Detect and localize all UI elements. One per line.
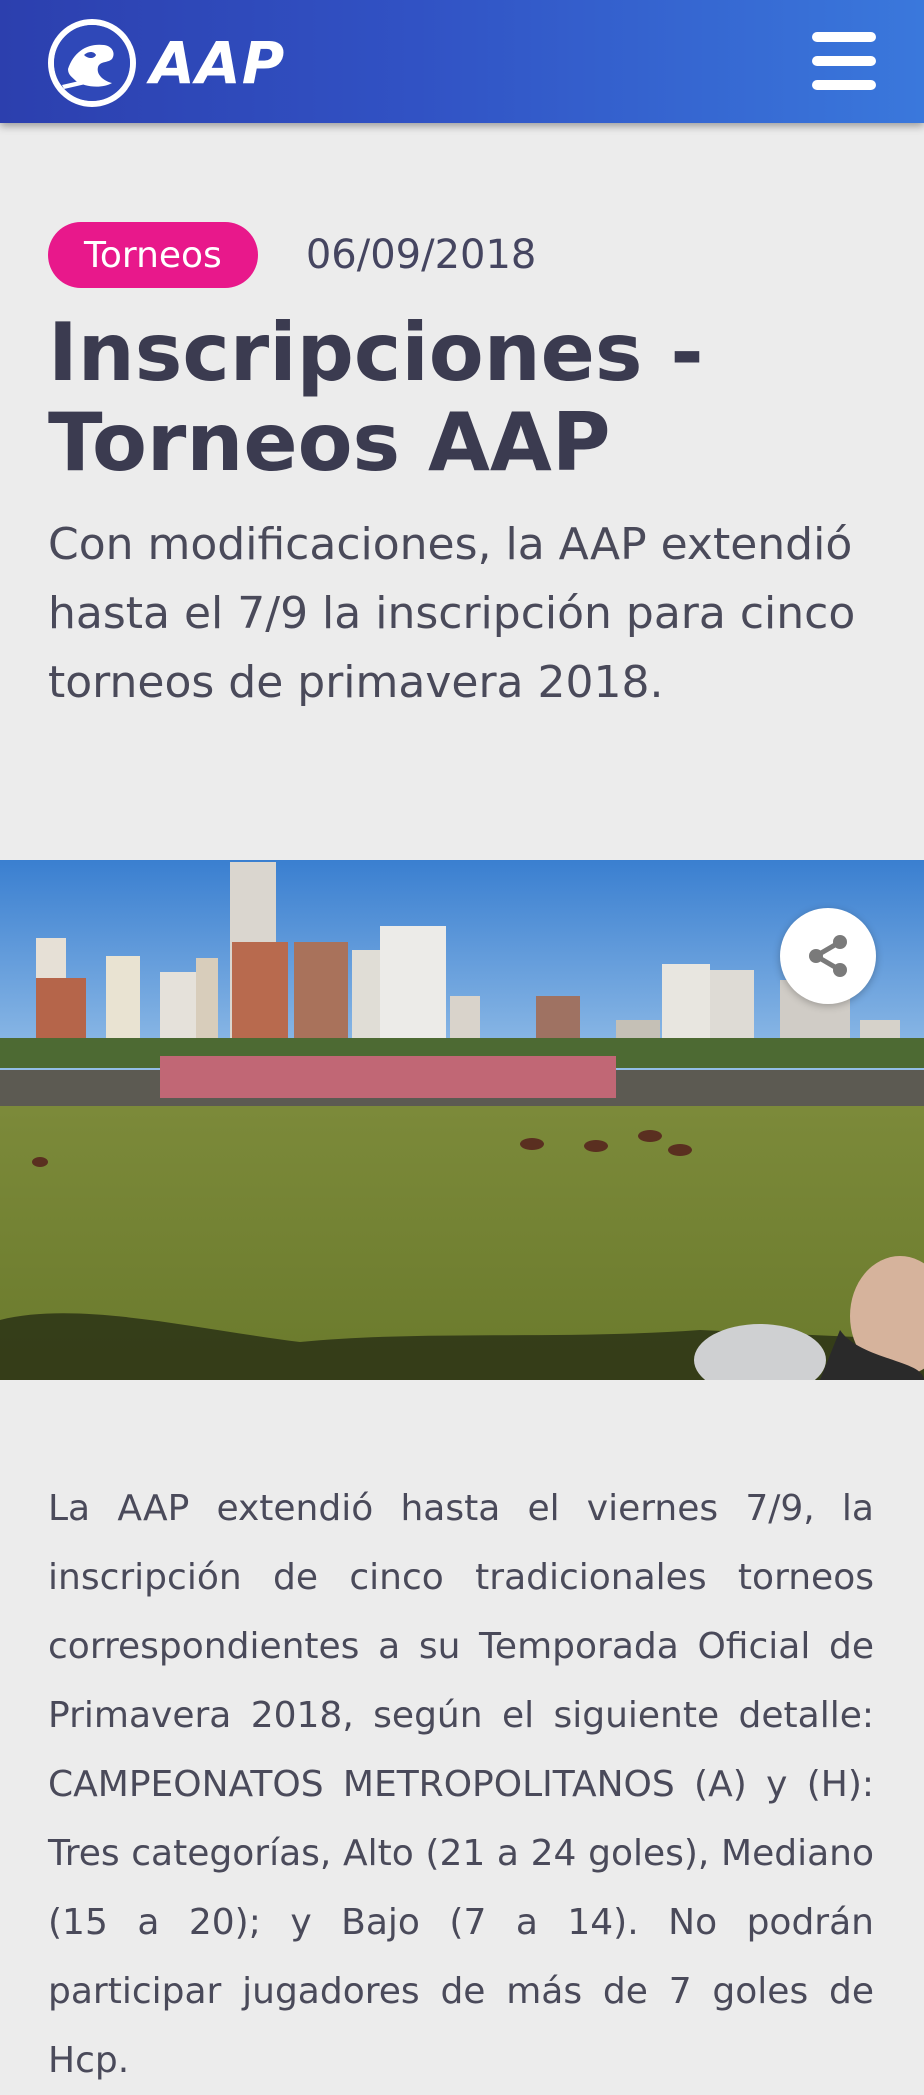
site-header: AAP bbox=[0, 0, 924, 123]
menu-bar bbox=[812, 80, 876, 90]
logo-text: AAP bbox=[150, 29, 286, 97]
article-date: 06/09/2018 bbox=[305, 232, 537, 278]
article-body: La AAP extendió hasta el viernes 7/9, la… bbox=[48, 1488, 874, 2081]
article-subtitle: Con modificaciones, la AAP extendió hast… bbox=[48, 519, 856, 708]
hamburger-menu-icon[interactable] bbox=[812, 32, 876, 90]
menu-bar bbox=[812, 56, 876, 66]
share-icon bbox=[809, 935, 847, 977]
menu-bar bbox=[812, 32, 876, 42]
article-title: Inscripciones - Torneos AAP bbox=[48, 306, 704, 489]
article-meta: Torneos 06/09/2018 bbox=[48, 222, 536, 288]
category-tag[interactable]: Torneos bbox=[48, 222, 258, 288]
aap-polo-logo-icon bbox=[48, 19, 136, 107]
share-button[interactable] bbox=[780, 908, 876, 1004]
aap-logo[interactable]: AAP bbox=[48, 19, 288, 107]
